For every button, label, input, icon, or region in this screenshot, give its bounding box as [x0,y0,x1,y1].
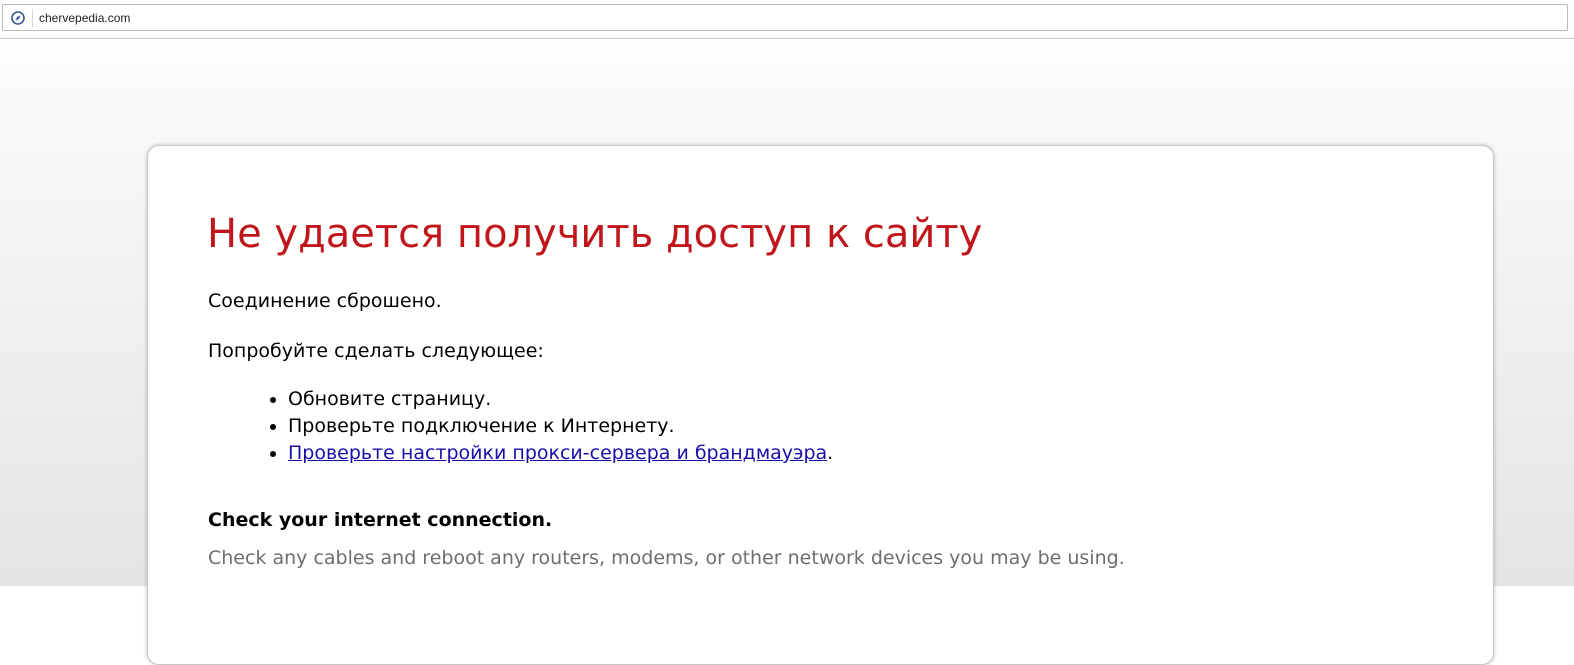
list-item: Проверьте настройки прокси-сервера и бра… [288,440,833,467]
suggestion-text: Обновите страницу. [288,388,492,410]
try-label: Попробуйте сделать следующее: [208,340,544,362]
address-bar[interactable]: chervepedia.com [2,4,1568,31]
suggestions-list: Обновите страницу. Проверьте подключение… [208,386,833,467]
check-connection-heading: Check your internet connection. [208,509,553,531]
suggestion-suffix: . [827,442,834,464]
info-circle-icon[interactable] [10,10,26,26]
suggestion-text: Проверьте подключение к Интернету. [288,415,675,437]
address-separator [32,9,33,27]
error-card: Не удается получить доступ к сайту Соеди… [147,145,1494,665]
error-page: Не удается получить доступ к сайту Соеди… [0,39,1574,665]
browser-toolbar: chervepedia.com [0,0,1574,39]
error-message: Соединение сброшено. [208,290,442,312]
check-connection-description: Check any cables and reboot any routers,… [208,547,1125,569]
list-item: Обновите страницу. [288,386,833,413]
list-item: Проверьте подключение к Интернету. [288,413,833,440]
error-title: Не удается получить доступ к сайту [207,211,983,257]
url-text[interactable]: chervepedia.com [39,10,130,26]
proxy-settings-link[interactable]: Проверьте настройки прокси-сервера и бра… [288,442,827,464]
